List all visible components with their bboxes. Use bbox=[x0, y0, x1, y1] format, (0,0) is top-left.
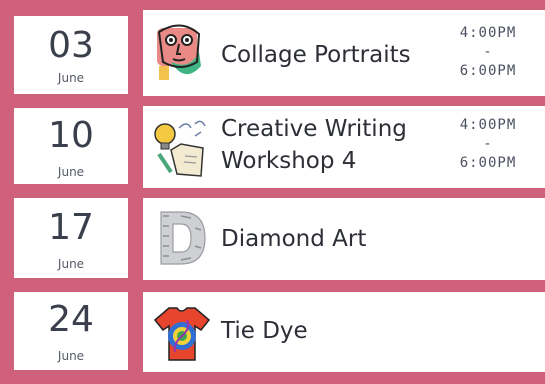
time-separator: - bbox=[483, 43, 493, 60]
event-card[interactable]: Tie Dye bbox=[143, 292, 545, 372]
day-number: 17 bbox=[48, 207, 94, 248]
date-box: 17 June bbox=[14, 198, 128, 278]
event-title: Diamond Art bbox=[221, 226, 367, 252]
month-label: June bbox=[57, 165, 85, 179]
event-time: 4:00PM - 6:00PM bbox=[443, 116, 533, 173]
date-box: 24 June bbox=[14, 292, 128, 370]
event-card[interactable]: Diamond Art bbox=[143, 198, 545, 280]
day-number: 24 bbox=[48, 299, 94, 340]
event-time: 4:00PM - 6:00PM bbox=[443, 24, 533, 81]
event-card[interactable]: Collage Portraits 4:00PM - 6:00PM bbox=[143, 10, 545, 96]
diamond-letter-d-icon bbox=[151, 206, 213, 270]
tie-dye-shirt-icon bbox=[151, 302, 213, 366]
time-start: 4:00PM bbox=[459, 117, 517, 133]
time-start: 4:00PM bbox=[459, 25, 517, 41]
lightbulb-scroll-icon bbox=[151, 114, 213, 178]
month-label: June bbox=[57, 349, 85, 363]
day-number: 03 bbox=[48, 25, 94, 66]
date-box: 10 June bbox=[14, 108, 128, 184]
event-title: Tie Dye bbox=[221, 318, 308, 344]
time-end: 6:00PM bbox=[459, 154, 517, 171]
month-label: June bbox=[57, 257, 85, 271]
event-title: Collage Portraits bbox=[221, 42, 411, 68]
event-title-line2: Workshop 4 bbox=[221, 148, 357, 174]
event-title-line1: Creative Writing bbox=[221, 116, 407, 142]
event-card[interactable]: Creative Writing Workshop 4 4:00PM - 6:0… bbox=[143, 106, 545, 188]
time-end: 6:00PM bbox=[459, 62, 517, 79]
date-box: 03 June bbox=[14, 16, 128, 94]
collage-face-icon bbox=[151, 22, 213, 86]
month-label: June bbox=[57, 71, 85, 85]
time-separator: - bbox=[483, 135, 493, 152]
day-number: 10 bbox=[48, 115, 94, 156]
